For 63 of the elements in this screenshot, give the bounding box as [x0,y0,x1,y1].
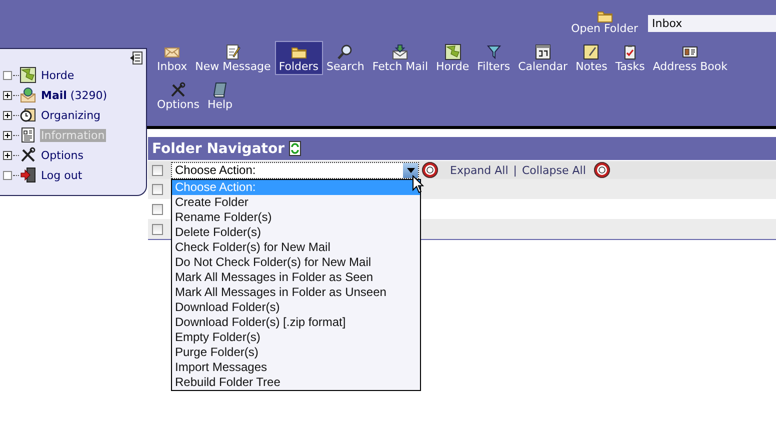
toolbar-button[interactable]: New Message [191,41,275,75]
toolbar-button[interactable]: Folders [274,41,323,75]
toolbar-button[interactable]: Horde [432,41,474,75]
dropdown-option[interactable]: Check Folder(s) for New Mail [172,240,420,254]
page-title: Folder Navigator [152,140,284,156]
refresh-icon[interactable] [289,141,302,156]
document-icon [20,127,36,143]
toolbar-button[interactable]: Filters [473,41,514,75]
expand-toggle[interactable] [3,90,12,100]
checkbox[interactable] [152,164,163,176]
expand-toggle[interactable] [3,150,12,160]
dropdown-option[interactable]: Empty Folder(s) [172,330,420,344]
dropdown-option[interactable]: Import Messages [172,360,420,374]
map-icon [20,67,36,83]
dropdown-option[interactable]: Mark All Messages in Folder as Unseen [172,284,420,300]
sidebar-item[interactable]: Mail (3290) [40,88,108,102]
toolbar-button[interactable]: Inbox [153,41,192,75]
toolbar-button[interactable]: Fetch Mail [368,41,432,75]
search-icon [337,44,354,60]
tools-icon [170,82,186,98]
lifebuoy-icon[interactable] [594,162,610,178]
checkbox[interactable] [152,204,163,214]
toolbar-button[interactable]: Address Book [648,41,732,75]
link[interactable]: Collapse All [522,164,586,176]
expand-toggle[interactable] [3,130,12,140]
toolbar-button[interactable]: Calendar [514,41,572,75]
open-folder-button[interactable]: Open Folder [571,8,638,35]
sidebar-item[interactable]: Options [40,148,84,162]
separator: | [513,164,517,176]
funnel-icon [486,44,502,60]
dropdown-option[interactable]: Rename Folder(s) [172,210,420,224]
toolbar-button[interactable]: Notes [572,41,612,75]
dropdown-option[interactable]: Mark All Messages in Folder as Seen [172,270,420,284]
collapse-sidebar-icon[interactable] [129,51,143,65]
calendar-icon [534,44,551,60]
contact-card-icon [682,44,698,60]
dropdown-option[interactable]: Purge Folder(s) [172,344,420,360]
link[interactable]: Expand All [450,164,508,176]
lifebuoy-icon[interactable] [422,162,438,178]
toolbar-button[interactable]: Search [322,41,368,75]
toolbar-button[interactable]: Help [203,79,237,113]
clipboard-icon [622,44,638,60]
dropdown-option[interactable]: Do Not Check Folder(s) for New Mail [172,254,420,270]
folder-field[interactable]: Inbox [648,15,776,32]
sidebar-item[interactable]: Organizing [40,108,102,122]
sidebar-item[interactable]: Log out [40,168,84,182]
toolbar-button[interactable]: Tasks [611,41,649,75]
dropdown-option[interactable]: Download Folder(s) [172,300,420,314]
map-icon [444,44,461,60]
pencil-note-icon [224,44,241,60]
checkbox[interactable] [152,184,163,194]
checkbox[interactable] [152,224,163,234]
toolbar-button[interactable]: Options [153,79,204,113]
envelope-arrow-icon [392,44,408,60]
notepad-icon [583,44,600,60]
clock-papers-icon [20,107,36,123]
dropdown-option[interactable]: Download Folder(s) [.zip format] [172,314,420,330]
sidebar-item[interactable]: Horde [40,68,76,82]
dropdown-option[interactable]: Rebuild Folder Tree [172,374,420,390]
dropdown-option[interactable]: Create Folder [172,194,420,210]
tools-icon [20,147,36,163]
expand-toggle[interactable] [3,110,12,120]
book-icon [212,82,228,98]
